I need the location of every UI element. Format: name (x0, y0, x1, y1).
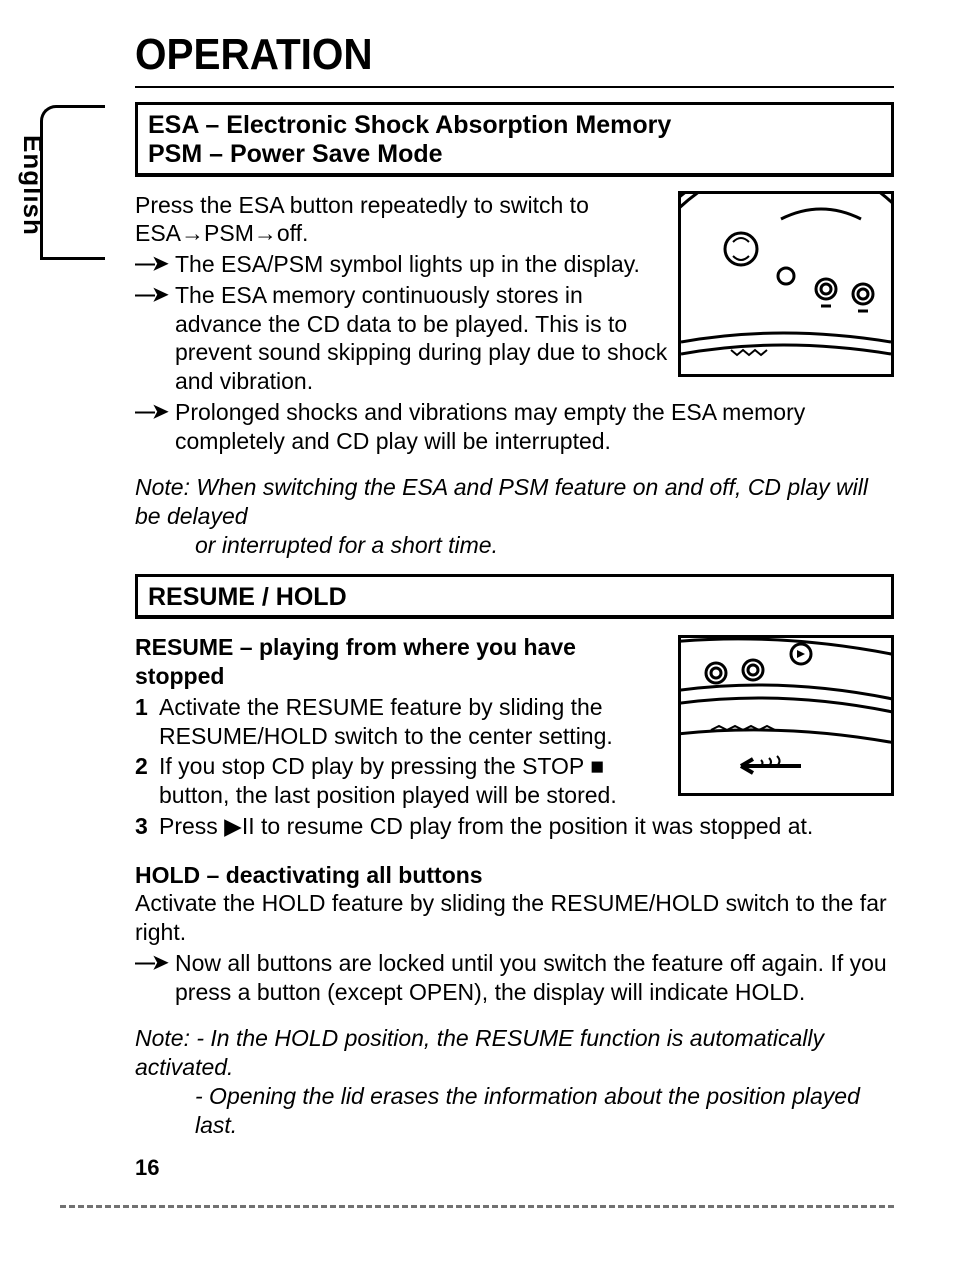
hold-intro-text: Activate the HOLD feature by sliding the… (135, 889, 894, 947)
section1-note: Note: When switching the ESA and PSM fea… (135, 473, 894, 559)
step-number: 2 (135, 752, 159, 781)
page-number: 16 (135, 1155, 159, 1181)
arrow-icon: —➤ (135, 398, 175, 425)
heading-line: RESUME / HOLD (148, 583, 347, 611)
bullet-text: The ESA/PSM symbol lights up in the disp… (175, 250, 668, 279)
step-item: 1 Activate the RESUME feature by sliding… (135, 693, 668, 751)
note-text-cont: or interrupted for a short time. (195, 531, 894, 560)
bullet-item: —➤ Prolonged shocks and vibrations may e… (135, 398, 894, 456)
step-text: If you stop CD play by pressing the STOP… (159, 752, 668, 810)
step-item: 2 If you stop CD play by pressing the ST… (135, 752, 668, 810)
bullet-text: Prolonged shocks and vibrations may empt… (175, 398, 894, 456)
note-text: Note: When switching the ESA and PSM fea… (135, 474, 868, 529)
arrow-icon: —➤ (135, 281, 175, 308)
heading-line: ESA – Electronic Shock Absorption Memory (148, 111, 881, 140)
bottom-perforation-line (60, 1205, 894, 1208)
bullet-text: The ESA memory continuously stores in ad… (175, 281, 668, 396)
cd-player-controls-illustration (678, 635, 894, 796)
heading-line: PSM – Power Save Mode (148, 140, 881, 169)
cd-player-top-illustration (678, 191, 894, 377)
note-text-cont: - Opening the lid erases the information… (195, 1082, 894, 1140)
hold-subheading: HOLD – deactivating all buttons (135, 861, 894, 890)
section-resume-hold-heading: RESUME / HOLD (135, 574, 894, 620)
title-rule (135, 86, 894, 88)
bullet-text: Now all buttons are locked until you swi… (175, 949, 894, 1007)
bullet-item: —➤ The ESA/PSM symbol lights up in the d… (135, 250, 668, 279)
step-number: 3 (135, 812, 159, 841)
page-title: OPERATION (135, 30, 833, 80)
step-text: Press ▶II to resume CD play from the pos… (159, 812, 894, 841)
note-text: Note: - In the HOLD position, the RESUME… (135, 1025, 824, 1080)
bullet-item: —➤ The ESA memory continuously stores in… (135, 281, 668, 396)
section-esa-psm-heading: ESA – Electronic Shock Absorption Memory… (135, 102, 894, 177)
bullet-item: —➤ Now all buttons are locked until you … (135, 949, 894, 1007)
language-tab-frame (40, 105, 105, 260)
arrow-icon: —➤ (135, 949, 175, 976)
step-item: 3 Press ▶II to resume CD play from the p… (135, 812, 894, 841)
language-tab-label: English (17, 135, 48, 236)
section2-note: Note: - In the HOLD position, the RESUME… (135, 1024, 894, 1139)
step-number: 1 (135, 693, 159, 722)
step-text: Activate the RESUME feature by sliding t… (159, 693, 668, 751)
arrow-icon: —➤ (135, 250, 175, 277)
